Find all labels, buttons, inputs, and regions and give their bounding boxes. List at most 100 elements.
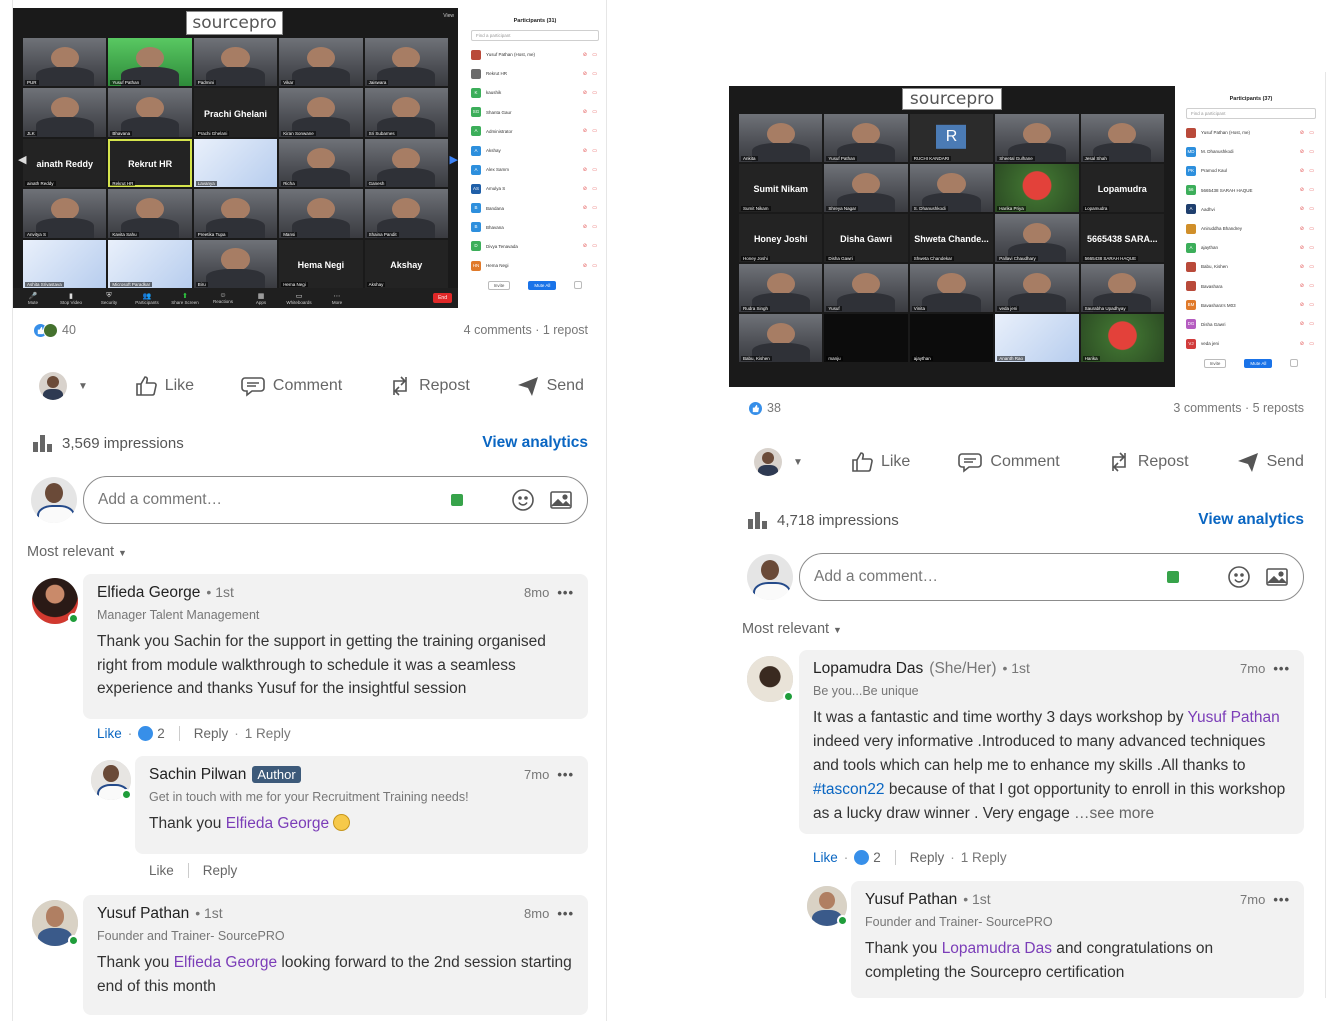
- comment-like-button[interactable]: Like: [149, 863, 174, 878]
- video-tile[interactable]: Kavita Sahu: [108, 189, 192, 238]
- commenter-name[interactable]: Sachin Pilwan: [149, 766, 246, 784]
- more-options-icon[interactable]: •••: [557, 767, 574, 782]
- view-analytics-link[interactable]: View analytics: [482, 434, 588, 452]
- more-options-icon[interactable]: •••: [557, 585, 574, 600]
- video-tile[interactable]: Richa: [279, 138, 363, 188]
- hashtag-link[interactable]: #tascon22: [813, 781, 885, 798]
- video-tile[interactable]: Kiran Sonwane: [279, 88, 363, 137]
- toolbar-item[interactable]: ▮ Stop Video: [57, 292, 85, 305]
- comment-reply-button[interactable]: Reply: [910, 850, 945, 865]
- reaction-identity-selector[interactable]: ▼: [39, 372, 88, 400]
- toolbar-item[interactable]: ⋯ More: [323, 292, 351, 305]
- participant-row[interactable]: A Aadhvi ⊘ ▭: [1180, 200, 1322, 219]
- repost-button[interactable]: Repost: [1107, 449, 1189, 475]
- participant-row[interactable]: Yusuf Pathan (Host, me) ⊘ ▭: [465, 45, 605, 64]
- video-tile[interactable]: ainath Reddy ainath Reddy: [23, 138, 107, 188]
- participant-row[interactable]: B Bhavana ⊘ ▭: [465, 218, 605, 237]
- replies-count[interactable]: 1 Reply: [245, 726, 291, 741]
- participant-row[interactable]: BM Bavashara's M03 ⊘ ▭: [1180, 296, 1322, 315]
- video-tile[interactable]: Sumit Nikam Sumit Nikam: [739, 164, 823, 212]
- video-tile[interactable]: Harika Priya: [995, 164, 1079, 212]
- video-tile[interactable]: Saurabha Upadhyay: [1080, 264, 1164, 312]
- video-tile[interactable]: Shreya Nagar: [824, 164, 908, 212]
- video-tile[interactable]: 5665438 SARA... 5665438 SARAH HAQUE: [1080, 214, 1164, 262]
- commenter-avatar[interactable]: [747, 656, 794, 702]
- video-tile[interactable]: Vikar: [279, 38, 363, 87]
- video-tile[interactable]: Disha Gawri Disha Gawri: [824, 214, 908, 262]
- more-options-button[interactable]: [574, 281, 583, 290]
- comment-button[interactable]: Comment: [240, 374, 342, 398]
- reaction-identity-selector[interactable]: ▼: [754, 448, 803, 476]
- video-tile[interactable]: Honey Joshi Honey Joshi: [739, 214, 823, 262]
- video-tile[interactable]: Bhavana: [108, 88, 192, 137]
- reactions-count[interactable]: 38: [767, 401, 781, 415]
- participant-row[interactable]: PK Pramod Kaul ⊘ ▭: [1180, 161, 1322, 180]
- image-icon[interactable]: [549, 488, 573, 512]
- image-icon[interactable]: [1265, 565, 1289, 589]
- video-tile[interactable]: Padmini: [193, 38, 278, 87]
- video-tile[interactable]: Ananth Rao: [995, 314, 1079, 362]
- prev-page-arrow-icon[interactable]: ◀: [18, 153, 26, 166]
- send-button[interactable]: Send: [1236, 450, 1304, 474]
- toolbar-item[interactable]: ▭ Whiteboards: [285, 292, 313, 305]
- video-tile[interactable]: JLK: [23, 88, 107, 137]
- video-tile[interactable]: manju: [824, 314, 908, 362]
- video-tile[interactable]: veda jeni: [995, 264, 1079, 312]
- repost-button[interactable]: Repost: [388, 373, 470, 399]
- emoji-icon[interactable]: [511, 488, 535, 512]
- end-meeting-button[interactable]: End: [433, 293, 452, 303]
- participant-row[interactable]: Aajaythan ⊘ ▭: [1180, 238, 1322, 257]
- next-page-arrow-icon[interactable]: ▶: [450, 153, 458, 166]
- grammar-extension-icon[interactable]: [451, 494, 463, 506]
- video-tile[interactable]: Hema Negi Hema Negi: [279, 239, 363, 288]
- video-tile[interactable]: Ganesh: [364, 138, 448, 188]
- invite-button[interactable]: Invite: [1203, 359, 1227, 369]
- video-tile[interactable]: Microsoft Paradkar: [108, 239, 192, 288]
- mention-link[interactable]: Yusuf Pathan: [1187, 709, 1279, 726]
- participant-row[interactable]: DG Disha Gawri ⊘ ▭: [1180, 315, 1322, 334]
- reactions-count[interactable]: 40: [62, 323, 76, 337]
- participant-row[interactable]: A Administrator ⊘ ▭: [465, 122, 605, 141]
- video-tile[interactable]: Yusuf Pathan: [824, 114, 908, 162]
- send-button[interactable]: Send: [516, 374, 584, 398]
- invite-button[interactable]: Invite: [487, 281, 511, 291]
- mention-link[interactable]: Elfieda George: [174, 954, 277, 971]
- like-button[interactable]: Like: [134, 374, 194, 398]
- comment-likes-count[interactable]: 2: [157, 726, 165, 741]
- replies-count[interactable]: 1 Reply: [961, 850, 1007, 865]
- video-tile[interactable]: R RUCHI KANDARI: [909, 114, 994, 162]
- commenter-avatar[interactable]: [32, 578, 79, 624]
- video-tile[interactable]: Prachi Ghelani Prachi Ghelani: [193, 88, 278, 137]
- toolbar-item[interactable]: ▦ Apps: [247, 292, 275, 305]
- participant-row[interactable]: VJ veda jeni ⊘ ▭: [1180, 334, 1322, 353]
- participant-row[interactable]: Bavashara ⊘ ▭: [1180, 277, 1322, 296]
- mention-link[interactable]: Lopamudra Das: [942, 940, 1052, 957]
- video-tile[interactable]: Sri Subarnes: [364, 88, 448, 137]
- video-tile[interactable]: Pallavi Chaudhary: [995, 214, 1079, 262]
- video-tile[interactable]: Rudra Singh: [739, 264, 823, 312]
- see-more-link[interactable]: …see more: [1070, 805, 1154, 822]
- video-tile[interactable]: Rekrut HR Rekrut HR: [108, 138, 192, 188]
- add-comment-input[interactable]: Add a comment…: [799, 553, 1304, 601]
- video-tile[interactable]: PUR: [23, 38, 107, 87]
- video-tile[interactable]: Akshay Akshay: [364, 239, 448, 288]
- video-tile[interactable]: Jesal Shah: [1080, 114, 1164, 162]
- participant-row[interactable]: MD M. Dhanushkodi ⊘ ▭: [1180, 142, 1322, 161]
- more-options-icon[interactable]: •••: [1273, 661, 1290, 676]
- add-comment-input[interactable]: Add a comment…: [83, 476, 588, 524]
- toolbar-item[interactable]: 🎤 Mute: [19, 292, 47, 305]
- commenter-name[interactable]: Lopamudra Das: [813, 660, 923, 678]
- video-tile[interactable]: Harika: [1080, 314, 1164, 362]
- comment-reply-button[interactable]: Reply: [194, 726, 229, 741]
- commenter-name[interactable]: Elfieda George: [97, 584, 200, 602]
- video-tile[interactable]: Lavanya: [193, 138, 278, 188]
- video-tile[interactable]: Babu, Kishen: [739, 314, 823, 362]
- participant-row[interactable]: HN Hema Negi ⊘ ▭: [465, 256, 605, 275]
- participant-row[interactable]: AS Amulya S ⊘ ▭: [465, 179, 605, 198]
- commenter-avatar[interactable]: [32, 900, 79, 946]
- comment-like-button[interactable]: Like: [813, 850, 838, 865]
- video-tile[interactable]: S. Dhanushkodi: [909, 164, 994, 212]
- toolbar-item[interactable]: ☺ Reactions: [209, 292, 237, 304]
- video-tile[interactable]: Yusuf Pathan: [108, 38, 192, 87]
- participant-row[interactable]: A Alex Samm ⊘ ▭: [465, 160, 605, 179]
